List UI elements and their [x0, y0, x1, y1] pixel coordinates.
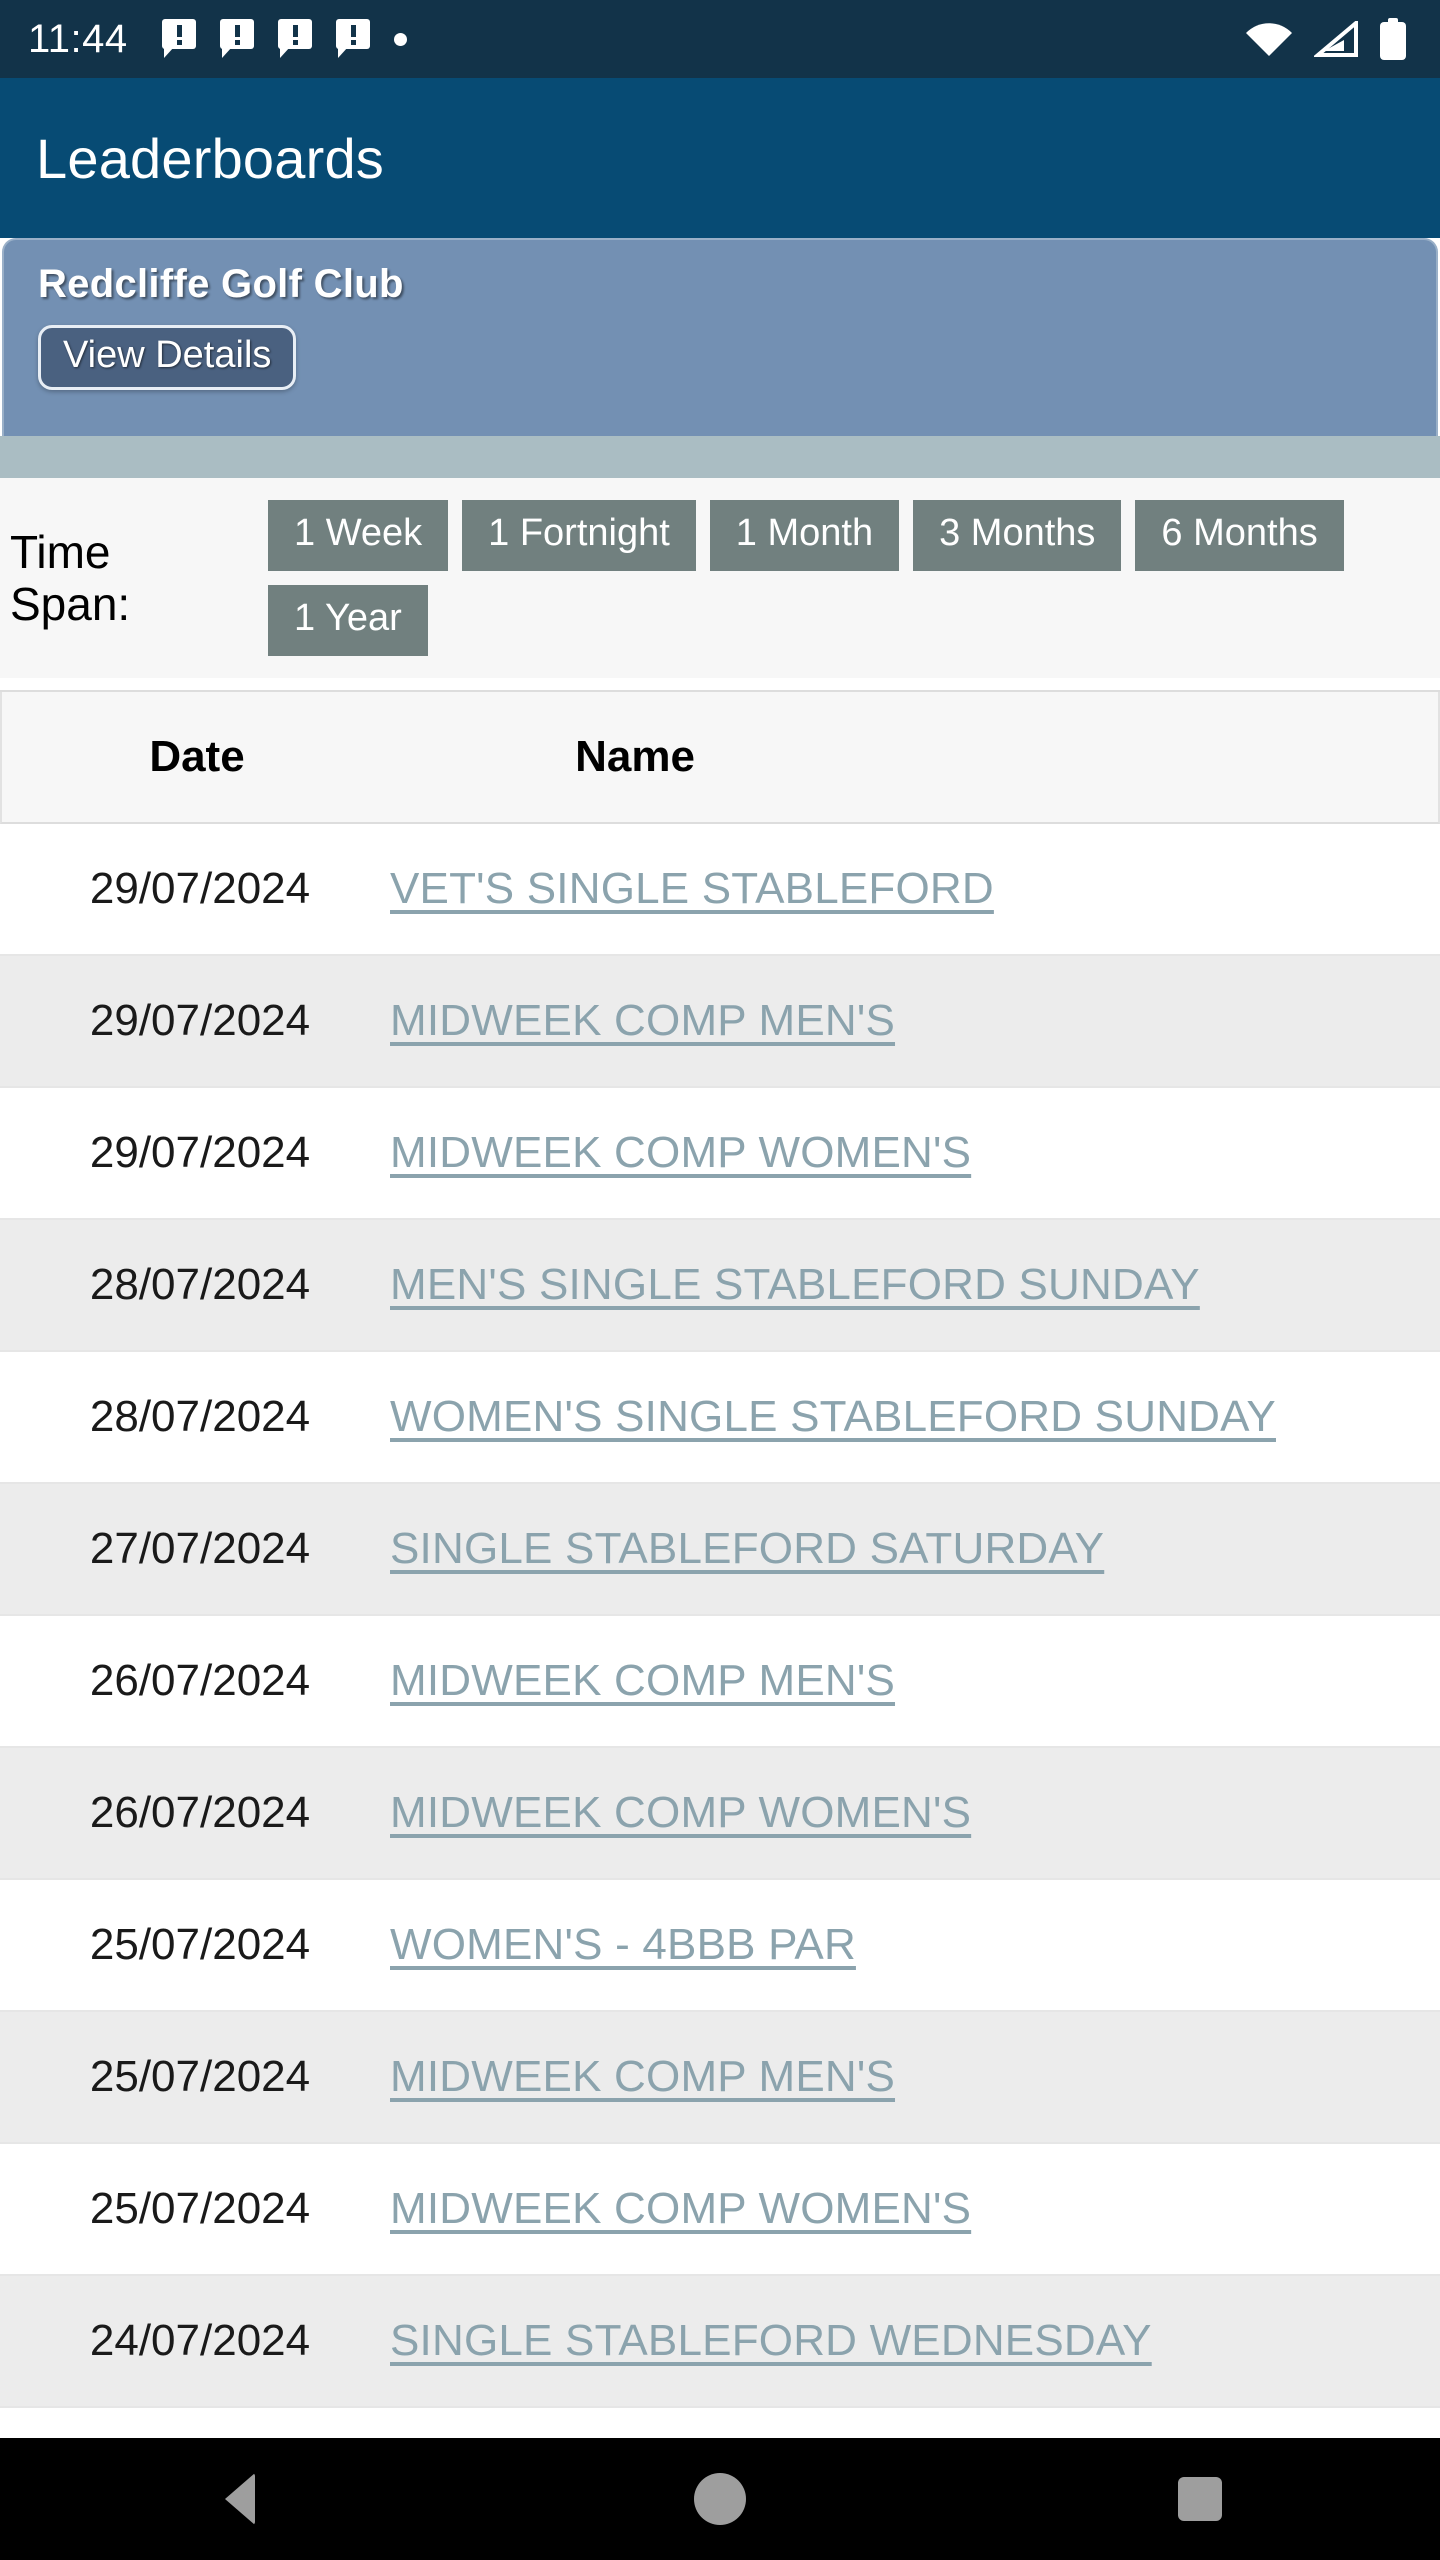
android-navigation-bar [0, 2438, 1440, 2560]
cell-name: MIDWEEK COMP MEN'S [390, 988, 1440, 1054]
competition-link[interactable]: MIDWEEK COMP MEN'S [390, 2052, 895, 2101]
leaderboards-table: Date Name 29/07/2024 VET'S SINGLE STABLEF… [0, 690, 1440, 2408]
competition-link[interactable]: MIDWEEK COMP WOMEN'S [390, 1128, 971, 1177]
status-bar: 11:44 [0, 0, 1440, 78]
status-bar-clock: 11:44 [28, 16, 128, 61]
cell-name: MIDWEEK COMP WOMEN'S [390, 1120, 1440, 1186]
table-row[interactable]: 25/07/2024 MIDWEEK COMP MEN'S [0, 2012, 1440, 2144]
table-row[interactable]: 29/07/2024 VET'S SINGLE STABLEFORD [0, 824, 1440, 956]
table-row[interactable]: 27/07/2024 SINGLE STABLEFORD SATURDAY [0, 1484, 1440, 1616]
timespan-button-1-year[interactable]: 1 Year [268, 585, 428, 656]
cell-date: 28/07/2024 [89, 1260, 311, 1309]
cell-name: MIDWEEK COMP WOMEN'S [390, 2176, 1440, 2242]
table-row[interactable]: 25/07/2024 MIDWEEK COMP WOMEN'S [0, 2144, 1440, 2276]
table-row[interactable]: 25/07/2024 WOMEN'S - 4BBB PAR [0, 1880, 1440, 2012]
table-row[interactable]: 29/07/2024 MIDWEEK COMP WOMEN'S [0, 1088, 1440, 1220]
table-body: 29/07/2024 VET'S SINGLE STABLEFORD 29/07/2… [0, 824, 1440, 2408]
time-span-filter: Time Span: 1 Week 1 Fortnight 1 Month 3 … [0, 478, 1440, 678]
time-span-button-group: 1 Week 1 Fortnight 1 Month 3 Months 6 Mo… [268, 500, 1368, 656]
status-bar-system-icons [1246, 18, 1406, 60]
cell-name: MIDWEEK COMP MEN'S [390, 2044, 1440, 2110]
cell-date: 29/07/2024 [89, 864, 311, 913]
column-header-date: Date [149, 732, 245, 781]
timespan-button-3-months[interactable]: 3 Months [913, 500, 1122, 571]
competition-link[interactable]: WOMEN'S SINGLE STABLEFORD SUNDAY [390, 1392, 1276, 1441]
message-alert-icon [219, 19, 254, 59]
leaderboards-table-scroll-area[interactable]: Date Name 29/07/2024 VET'S SINGLE STABLEF… [0, 690, 1440, 2442]
competition-link[interactable]: VET'S SINGLE STABLEFORD [390, 864, 994, 913]
app-bar: Leaderboards [0, 78, 1440, 238]
timespan-button-1-fortnight[interactable]: 1 Fortnight [462, 500, 696, 571]
phone-screen: 11:44 Leaderboards Redcliffe Golf Club V… [0, 0, 1440, 2560]
competition-link[interactable]: SINGLE STABLEFORD WEDNESDAY [390, 2316, 1152, 2365]
competition-link[interactable]: MEN'S SINGLE STABLEFORD SUNDAY [390, 1260, 1200, 1309]
time-span-label: Time Span: [0, 526, 268, 630]
competition-link[interactable]: MIDWEEK COMP WOMEN'S [390, 1788, 971, 1837]
timespan-button-1-week[interactable]: 1 Week [268, 500, 449, 571]
wifi-icon [1246, 23, 1292, 56]
battery-icon [1380, 18, 1406, 60]
cell-date: 26/07/2024 [89, 1788, 311, 1837]
club-header-panel: Redcliffe Golf Club View Details [2, 238, 1438, 436]
competition-link[interactable]: MIDWEEK COMP MEN'S [390, 996, 895, 1045]
timespan-button-6-months[interactable]: 6 Months [1135, 500, 1344, 571]
cell-name: MIDWEEK COMP WOMEN'S [390, 1780, 1440, 1846]
cell-name: SINGLE STABLEFORD WEDNESDAY [390, 2308, 1440, 2374]
table-row[interactable]: 26/07/2024 MIDWEEK COMP MEN'S [0, 1616, 1440, 1748]
cell-name: MIDWEEK COMP MEN'S [390, 1648, 1440, 1714]
table-row[interactable]: 29/07/2024 MIDWEEK COMP MEN'S [0, 956, 1440, 1088]
nav-back-button[interactable] [140, 2473, 340, 2525]
cell-name: MEN'S SINGLE STABLEFORD SUNDAY [390, 1252, 1440, 1318]
cell-date: 26/07/2024 [89, 1656, 311, 1705]
cell-date: 29/07/2024 [89, 996, 311, 1045]
time-span-label-line2: Span: [10, 578, 131, 630]
cell-name: WOMEN'S - 4BBB PAR [390, 1912, 1440, 1978]
cell-name: VET'S SINGLE STABLEFORD [390, 856, 1440, 922]
back-icon [225, 2473, 255, 2525]
page-title: Leaderboards [36, 126, 384, 190]
cell-date: 25/07/2024 [89, 1920, 311, 1969]
table-row[interactable]: 24/07/2024 SINGLE STABLEFORD WEDNESDAY [0, 2276, 1440, 2408]
home-icon [694, 2473, 746, 2525]
cell-date: 28/07/2024 [89, 1392, 311, 1441]
cell-date: 27/07/2024 [89, 1524, 311, 1573]
competition-link[interactable]: MIDWEEK COMP WOMEN'S [390, 2184, 971, 2233]
cell-date: 25/07/2024 [89, 2184, 311, 2233]
cell-name: SINGLE STABLEFORD SATURDAY [390, 1516, 1440, 1582]
club-panel-divider [0, 436, 1440, 478]
table-row[interactable]: 26/07/2024 MIDWEEK COMP WOMEN'S [0, 1748, 1440, 1880]
view-details-button[interactable]: View Details [38, 325, 297, 390]
cell-date: 29/07/2024 [89, 1128, 311, 1177]
club-name: Redcliffe Golf Club [38, 262, 404, 306]
time-span-label-line1: Time [10, 526, 111, 578]
table-row[interactable]: 28/07/2024 WOMEN'S SINGLE STABLEFORD SUND… [0, 1352, 1440, 1484]
message-alert-icon [277, 19, 312, 59]
dot-icon [393, 32, 407, 46]
message-alert-icon [161, 19, 196, 59]
status-bar-notification-icons [161, 19, 407, 59]
nav-recents-button[interactable] [1100, 2477, 1300, 2521]
cellular-signal-icon [1314, 21, 1358, 57]
competition-link[interactable]: MIDWEEK COMP MEN'S [390, 1656, 895, 1705]
competition-link[interactable]: WOMEN'S - 4BBB PAR [390, 1920, 856, 1969]
cell-date: 25/07/2024 [89, 2052, 311, 2101]
timespan-button-1-month[interactable]: 1 Month [709, 500, 900, 571]
table-row[interactable]: 28/07/2024 MEN'S SINGLE STABLEFORD SUNDAY [0, 1220, 1440, 1352]
competition-link[interactable]: SINGLE STABLEFORD SATURDAY [390, 1524, 1104, 1573]
recents-icon [1178, 2477, 1222, 2521]
cell-name: WOMEN'S SINGLE STABLEFORD SUNDAY [390, 1384, 1440, 1450]
table-header-row: Date Name [0, 692, 1440, 824]
nav-home-button[interactable] [620, 2473, 820, 2525]
message-alert-icon [335, 19, 370, 59]
column-header-name: Name [575, 732, 695, 781]
cell-date: 24/07/2024 [89, 2316, 311, 2365]
